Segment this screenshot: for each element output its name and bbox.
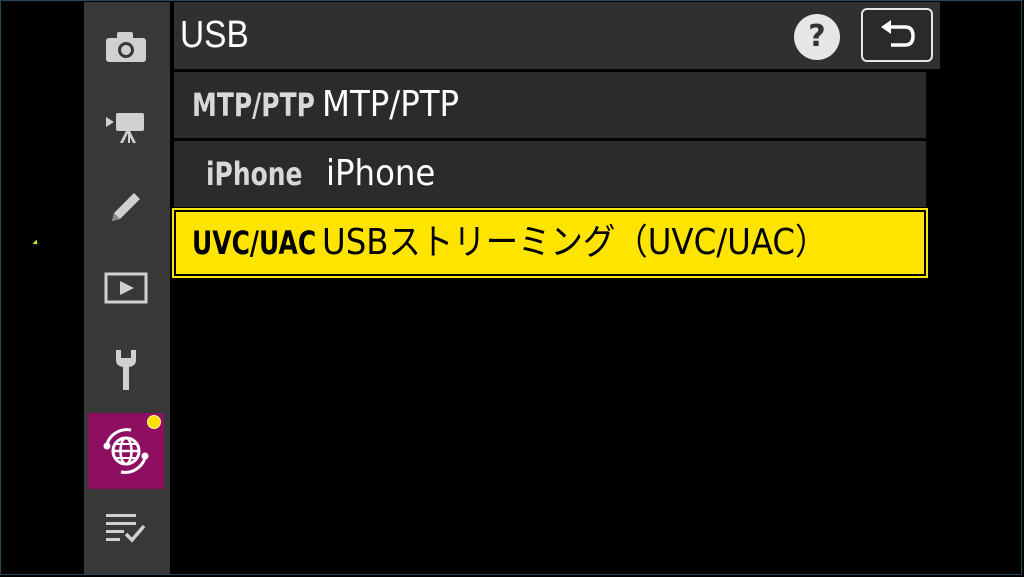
- notification-badge: [147, 415, 161, 429]
- tab-playback[interactable]: [88, 250, 164, 326]
- network-globe-icon: [103, 428, 149, 474]
- tab-video-recording[interactable]: [88, 89, 164, 165]
- back-button[interactable]: [861, 8, 933, 62]
- option-iphone[interactable]: iPhone iPhone: [174, 141, 926, 207]
- camera-icon: [106, 32, 146, 62]
- menu-tab-sidebar: [84, 2, 170, 574]
- option-mtp-ptp[interactable]: MTP/PTP MTP/PTP: [174, 72, 926, 138]
- movie-camera-icon: [106, 113, 144, 143]
- wrench-icon: [116, 350, 136, 390]
- tab-custom-settings[interactable]: [88, 169, 164, 245]
- tab-setup[interactable]: [88, 332, 164, 408]
- playback-icon: [104, 272, 148, 304]
- return-arrow-icon: [881, 20, 915, 47]
- help-button[interactable]: ?: [794, 14, 840, 60]
- pencil-icon: [112, 193, 140, 221]
- option-key: MTP/PTP: [192, 86, 315, 124]
- usb-options-list: MTP/PTP MTP/PTP iPhone iPhone UVC/UAC US…: [172, 72, 928, 279]
- option-key: iPhone: [206, 155, 303, 193]
- tab-photo-shooting[interactable]: [88, 9, 164, 85]
- checklist-icon: [106, 514, 146, 543]
- option-value: USBストリーミング（UVC/UAC）: [322, 222, 828, 263]
- option-value: iPhone: [326, 153, 436, 194]
- page-title: USB: [180, 14, 249, 56]
- option-key: UVC/UAC: [192, 224, 317, 262]
- option-uvc-uac[interactable]: UVC/UAC USBストリーミング（UVC/UAC）: [172, 208, 928, 278]
- tab-my-menu[interactable]: [88, 490, 164, 566]
- option-value: MTP/PTP: [322, 84, 460, 125]
- tab-network[interactable]: [88, 413, 164, 489]
- menu-header: USB ?: [174, 2, 940, 69]
